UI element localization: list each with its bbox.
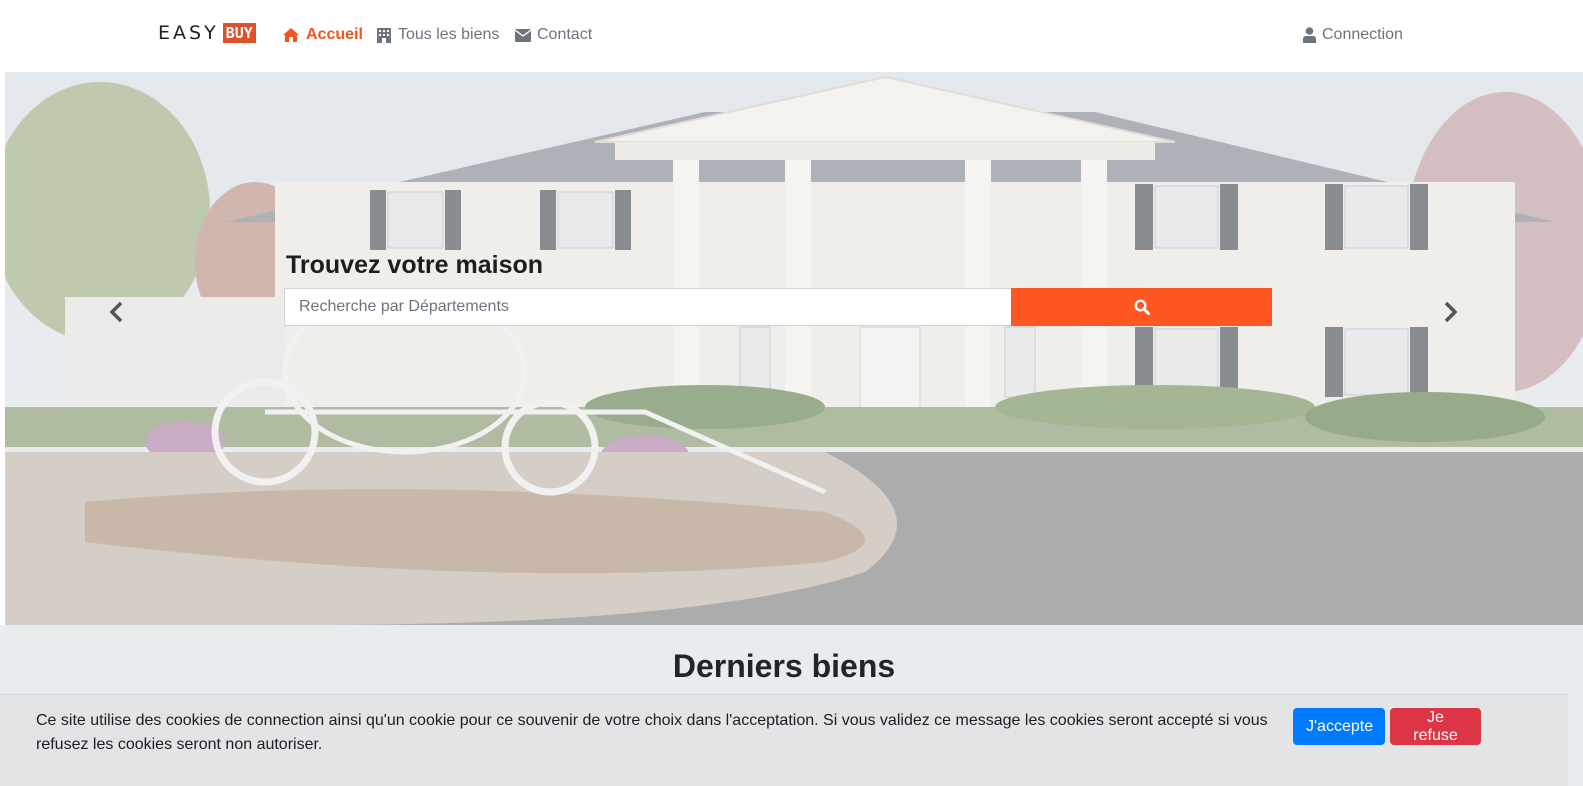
chevron-right-icon[interactable] (1438, 300, 1462, 324)
envelope-icon (515, 28, 531, 42)
home-icon (283, 28, 299, 42)
nav-contact-label: Contact (537, 26, 593, 43)
hero-overlay (5, 72, 1583, 625)
chevron-left-icon[interactable] (105, 300, 129, 324)
nav-home-link[interactable]: Accueil (282, 26, 363, 44)
nav-all-properties-label: Tous les biens (398, 26, 500, 43)
search-button[interactable] (1011, 288, 1272, 326)
brand-logo[interactable]: EASY BUY (158, 22, 256, 44)
nav-login-link[interactable]: Connection (1303, 26, 1403, 44)
nav-login-label: Connection (1322, 26, 1403, 43)
department-search-input[interactable] (284, 288, 1012, 326)
building-icon (377, 28, 391, 43)
accept-cookies-button[interactable]: J'accepte (1293, 708, 1385, 745)
refuse-cookies-button[interactable]: Je refuse (1390, 708, 1481, 745)
latest-properties-title: Derniers biens (672, 648, 896, 684)
navbar: EASY BUY Accueil Tous les biens Contact … (0, 0, 1583, 72)
nav-home-label: Accueil (306, 26, 363, 43)
user-icon (1303, 27, 1316, 43)
brand-logo-buy: BUY (222, 23, 256, 43)
cookie-banner: Ce site utilise des cookies de connectio… (0, 694, 1568, 786)
hero-title: Trouvez votre maison (286, 251, 544, 279)
cookie-message: Ce site utilise des cookies de connectio… (36, 712, 1268, 753)
brand-logo-easy: EASY (158, 22, 219, 44)
hero-carousel: Trouvez votre maison (5, 72, 1583, 625)
search-icon (1133, 299, 1150, 315)
nav-all-properties-link[interactable]: Tous les biens (376, 26, 499, 44)
nav-contact-link[interactable]: Contact (515, 26, 592, 44)
